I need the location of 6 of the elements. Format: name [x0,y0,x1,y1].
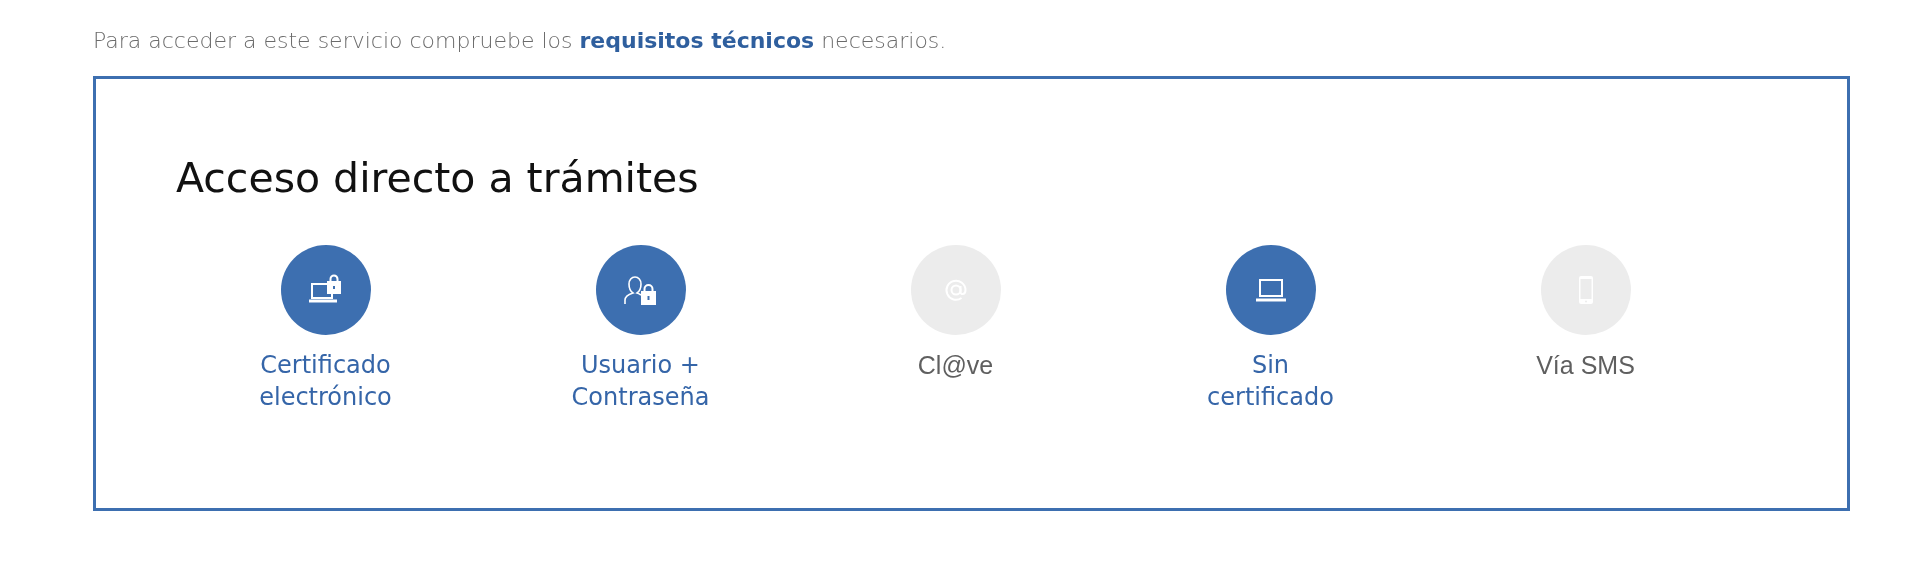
intro-text: Para acceder a este servicio compruebe los requisitos técnicos necesarios. [93,27,948,55]
panel-title: Acceso directo a trámites [176,153,700,203]
access-option[interactable]: Certificado electrónico [168,245,483,413]
requirements-link[interactable]: requisitos técnicos [579,28,815,53]
access-option[interactable]: Usuario + Contraseña [483,245,798,413]
access-option[interactable]: Sin certificado [1113,245,1428,413]
